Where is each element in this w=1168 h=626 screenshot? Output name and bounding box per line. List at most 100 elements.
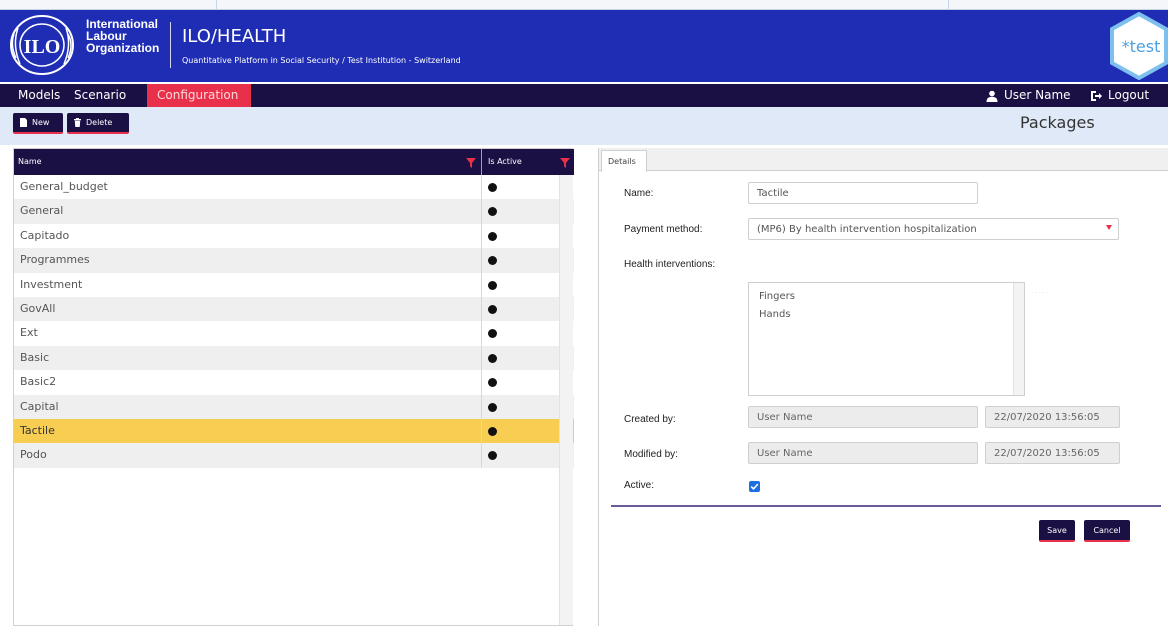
details-panel: Details Name: Tactile Payment method: (M…	[598, 148, 1168, 626]
active-indicator-icon	[488, 402, 497, 412]
cell-separator	[481, 223, 482, 249]
nav-configuration[interactable]: Configuration	[147, 84, 251, 107]
table-row[interactable]: General	[14, 199, 574, 224]
checkmark-icon	[750, 483, 759, 491]
active-indicator-icon	[488, 426, 497, 436]
user-name-label: User Name	[1004, 88, 1071, 102]
cancel-button[interactable]: Cancel	[1084, 520, 1130, 542]
cell-separator	[481, 199, 482, 224]
cell-separator	[481, 248, 482, 273]
list-item[interactable]: Hands	[759, 309, 791, 320]
test-environment-badge: *test	[1110, 12, 1168, 80]
logout-icon	[1091, 90, 1102, 101]
active-indicator-icon	[488, 256, 497, 266]
table-row[interactable]: Basic	[14, 345, 574, 371]
svg-text:ILO: ILO	[24, 36, 61, 58]
table-row[interactable]: General_budget	[14, 175, 574, 200]
cancel-button-label: Cancel	[1093, 525, 1121, 535]
created-by-label: Created by:	[624, 414, 676, 425]
payment-method-value: (MP6) By health intervention hospitaliza…	[757, 224, 977, 235]
table-row[interactable]: Capitado	[14, 223, 574, 249]
cell-name: Ext	[20, 326, 38, 340]
form-divider	[611, 505, 1161, 507]
top-strip	[0, 0, 1168, 10]
badge-text: *test	[1122, 37, 1161, 56]
active-indicator-icon	[488, 207, 497, 217]
grid-rows: General_budget General Capitado Programm…	[14, 175, 574, 468]
faded-hint: · · · · ·	[1031, 290, 1049, 297]
active-indicator-icon	[488, 231, 497, 241]
active-indicator-icon	[488, 280, 497, 290]
modified-at-field: 22/07/2020 13:56:05	[985, 442, 1120, 464]
table-row[interactable]: Ext	[14, 321, 574, 346]
column-header-name[interactable]: Name	[18, 157, 42, 166]
strip-separator	[948, 0, 949, 10]
filter-icon[interactable]	[466, 158, 476, 168]
tab-details[interactable]: Details	[601, 150, 647, 172]
table-row[interactable]: Capital	[14, 394, 574, 419]
cell-name: Investment	[20, 277, 83, 291]
created-by-field: User Name	[748, 406, 978, 428]
org-name: International Labour Organization	[86, 18, 159, 54]
trash-icon	[74, 118, 81, 127]
filter-icon[interactable]	[560, 158, 570, 168]
user-menu[interactable]: User Name	[986, 84, 1071, 107]
org-name-line: Organization	[86, 41, 160, 55]
table-row-selected[interactable]: Tactile	[14, 418, 574, 444]
cell-name: General	[20, 204, 64, 218]
grid-scrollbar[interactable]	[559, 175, 573, 625]
table-row[interactable]: Investment	[14, 272, 574, 297]
save-button[interactable]: Save	[1039, 520, 1075, 542]
cell-separator	[481, 443, 482, 468]
created-at-field: 22/07/2020 13:56:05	[985, 406, 1120, 428]
table-row[interactable]: Basic2	[14, 370, 574, 395]
active-label: Active:	[624, 480, 655, 491]
list-item[interactable]: Fingers	[759, 291, 795, 302]
logout-button[interactable]: Logout	[1090, 84, 1149, 107]
cell-name: General_budget	[20, 180, 108, 193]
payment-method-label: Payment method:	[624, 224, 703, 235]
cell-name: GovAll	[20, 301, 56, 315]
delete-button-label: Delete	[86, 118, 113, 127]
logout-label: Logout	[1108, 88, 1150, 102]
nav-models[interactable]: Models	[8, 84, 70, 107]
table-row[interactable]: Podo	[14, 443, 574, 468]
active-checkbox[interactable]	[749, 481, 760, 492]
cell-name: Podo	[20, 448, 47, 462]
cell-name: Tactile	[20, 423, 55, 437]
active-indicator-icon	[488, 353, 497, 363]
cell-separator	[481, 370, 482, 395]
app-subtitle: Quantitative Platform in Social Security…	[182, 56, 461, 65]
cell-name: Basic	[20, 350, 50, 364]
list-scrollbar[interactable]	[1013, 283, 1024, 395]
active-indicator-icon	[488, 329, 497, 339]
cell-name: Programmes	[20, 253, 90, 267]
nav-scenario[interactable]: Scenario	[64, 84, 136, 107]
cell-separator	[481, 345, 482, 371]
cell-separator	[481, 272, 482, 297]
cell-separator	[481, 296, 482, 322]
health-interventions-list[interactable]: Fingers Hands	[748, 282, 1025, 396]
health-interventions-label: Health interventions:	[624, 259, 716, 270]
ilo-logo-icon: ILO	[10, 15, 74, 75]
page-title: Packages	[1020, 113, 1095, 132]
packages-grid: Name Is Active General_budget General Ca…	[13, 148, 574, 626]
app-header: ILO International Labour Organization IL…	[0, 10, 1168, 82]
cell-name: Capitado	[20, 228, 70, 242]
grid-header: Name Is Active	[14, 149, 574, 175]
app-title: ILO/HEALTH	[182, 26, 287, 47]
delete-button[interactable]: Delete	[67, 113, 129, 134]
payment-method-select[interactable]: (MP6) By health intervention hospitaliza…	[748, 218, 1119, 240]
table-row[interactable]: GovAll	[14, 296, 574, 322]
new-button[interactable]: New	[13, 113, 63, 134]
cell-separator	[481, 321, 482, 346]
cell-separator	[481, 418, 482, 444]
name-input[interactable]: Tactile	[748, 182, 978, 204]
table-row[interactable]: Programmes	[14, 248, 574, 273]
column-header-is-active[interactable]: Is Active	[488, 157, 522, 166]
save-button-label: Save	[1047, 525, 1067, 535]
active-indicator-icon	[488, 378, 497, 388]
modified-by-label: Modified by:	[624, 449, 678, 460]
active-indicator-icon	[488, 451, 497, 461]
toolbar: New Delete Packages	[0, 107, 1168, 145]
